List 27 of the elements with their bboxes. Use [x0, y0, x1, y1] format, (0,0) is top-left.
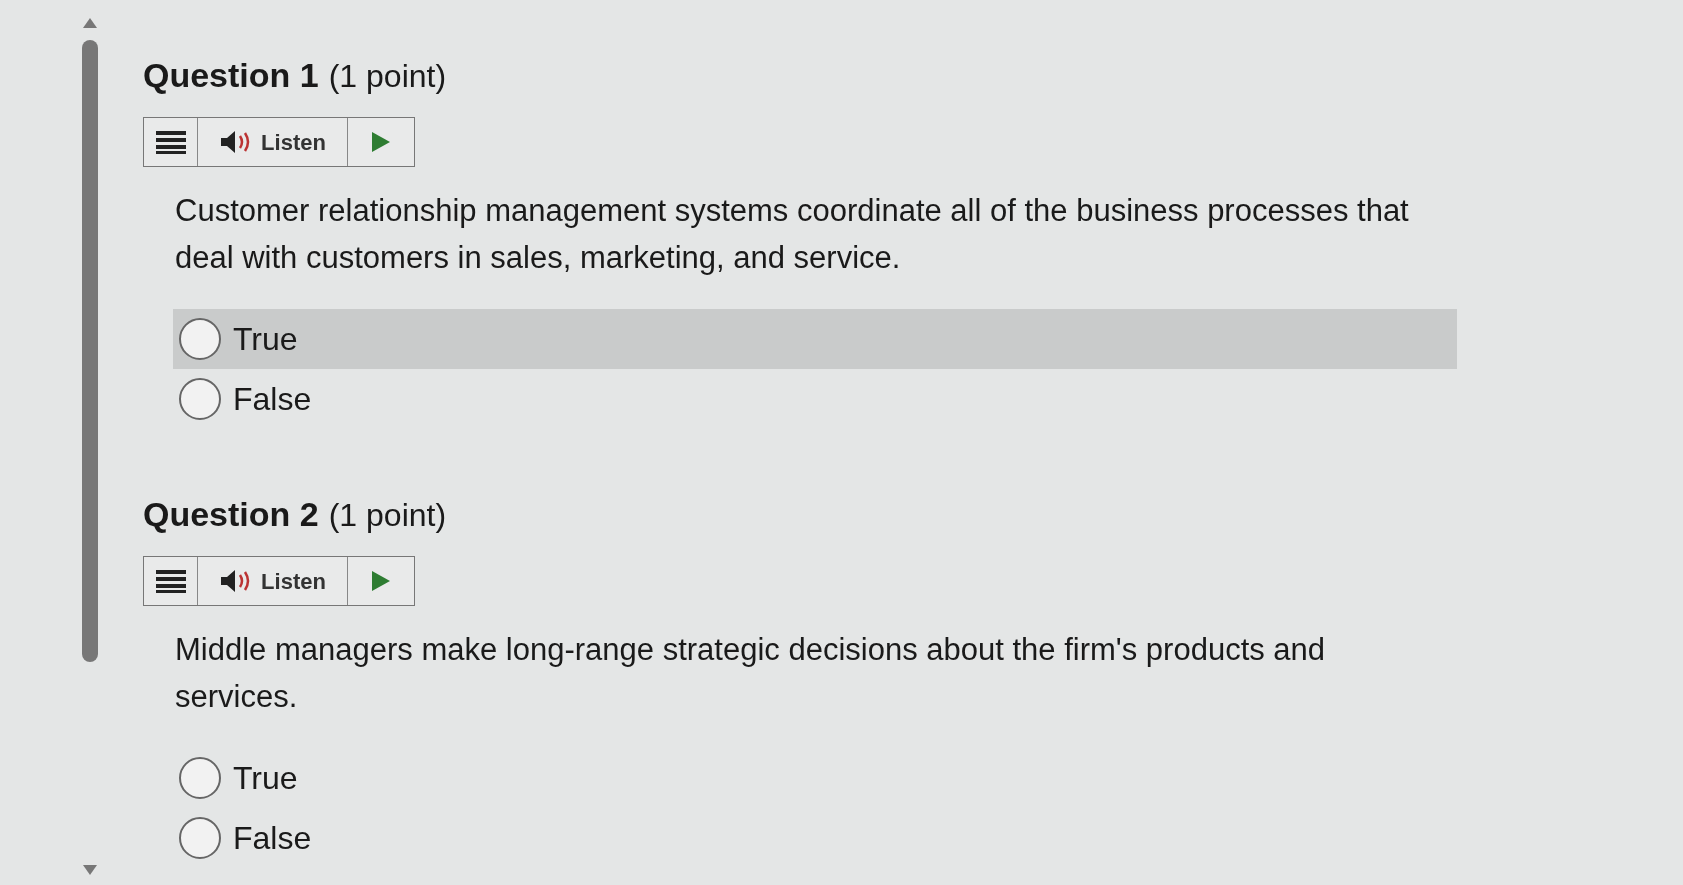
listen-button[interactable]: Listen	[198, 557, 348, 605]
radio-button[interactable]	[179, 757, 221, 799]
scroll-up-icon[interactable]	[83, 18, 97, 28]
menu-icon	[155, 569, 186, 593]
question-text: Middle managers make long-range strategic decisions about the firm's products and services.	[175, 631, 1327, 716]
answer-option[interactable]: False	[173, 369, 1457, 429]
question-points: (1 point)	[328, 57, 447, 96]
answer-option[interactable]: False	[173, 808, 1457, 868]
question-text: Customer relationship management systems coordinate all of the business processes that deal with customers in sales, marketing, and service.	[175, 192, 1410, 277]
question-points: (1 point)	[328, 496, 447, 535]
radio-button[interactable]	[179, 318, 221, 360]
option-label: True	[233, 759, 298, 798]
scroll-down-icon[interactable]	[83, 865, 97, 875]
option-label: False	[233, 819, 312, 858]
menu-icon	[155, 130, 186, 154]
radio-button[interactable]	[179, 817, 221, 859]
option-label: True	[233, 320, 298, 359]
play-icon	[372, 132, 390, 152]
listen-button[interactable]: Listen	[198, 118, 348, 166]
radio-button[interactable]	[179, 378, 221, 420]
scrollbar-thumb[interactable]	[82, 40, 98, 662]
question-title: Question 1	[143, 55, 319, 96]
play-icon	[372, 571, 390, 591]
answer-option[interactable]: True	[173, 748, 1457, 808]
answer-option[interactable]: True	[173, 309, 1457, 369]
option-label: False	[233, 380, 312, 419]
question-title: Question 2	[143, 494, 319, 535]
